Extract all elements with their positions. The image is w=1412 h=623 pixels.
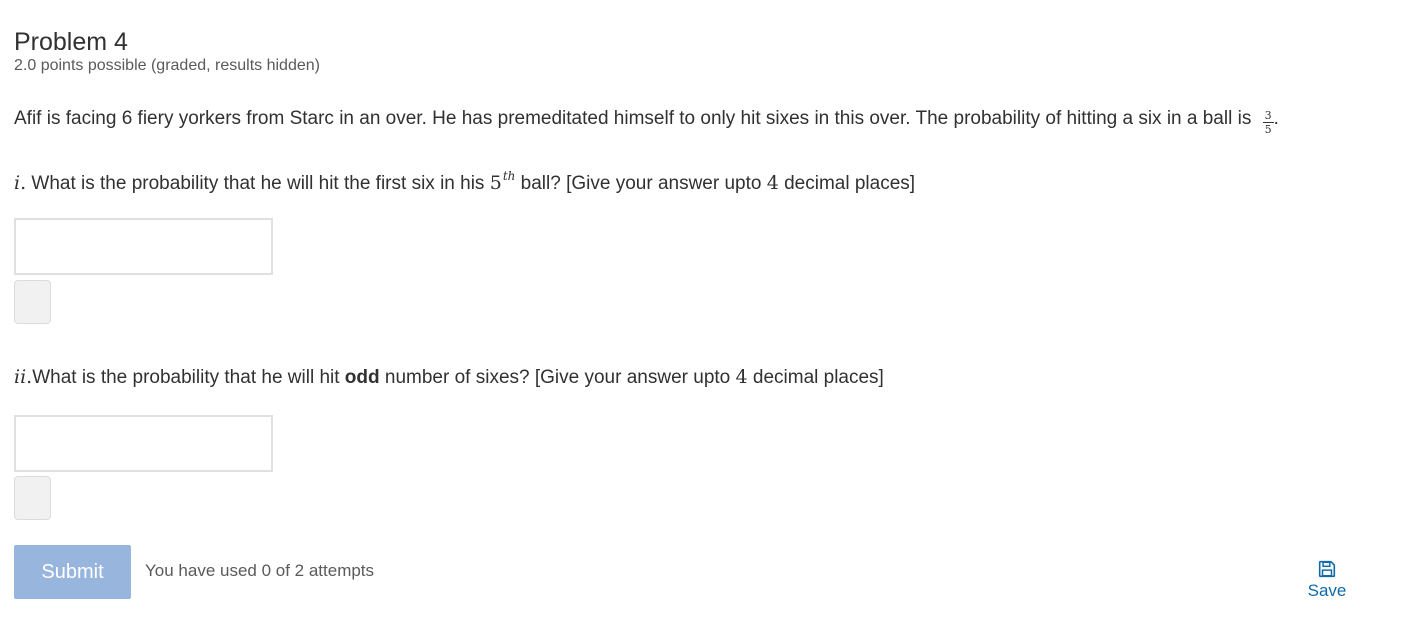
attempts-counter: You have used 0 of 2 attempts [145, 561, 375, 580]
question-1-answer-input[interactable] [14, 218, 273, 275]
fraction-denominator: 5 [1264, 123, 1272, 136]
floppy-disk-icon [1318, 560, 1336, 578]
problem-statement: Afif is facing 6 fiery yorkers from Star… [14, 108, 1279, 135]
points-info: 2.0 points possible (graded, results hid… [14, 57, 320, 74]
question-1-text-b: ball? [Give your answer upto [515, 173, 767, 194]
question-1-text: i. What is the probability that he will … [14, 169, 915, 195]
question-2-text-a: What is the probability that he will hit [32, 367, 345, 388]
question-2-answer-input[interactable] [14, 415, 273, 472]
question-2-text-c: decimal places] [747, 367, 884, 388]
question-2-bold-word: odd [344, 367, 380, 388]
problem-intro-end: . [1273, 108, 1279, 129]
question-1-status-indicator [14, 280, 51, 324]
question-1-ball-superscript: th [502, 169, 516, 183]
save-button[interactable]: Save [1298, 560, 1356, 610]
question-2-text-b: number of sixes? [Give your answer upto [379, 367, 736, 388]
question-2-label: ii [14, 366, 27, 388]
question-1-places-number: 4 [766, 172, 779, 194]
problem-intro-text: Afif is facing 6 fiery yorkers from Star… [14, 108, 1257, 129]
question-2-places-number: 4 [735, 366, 748, 388]
probability-fraction: 35 [1262, 109, 1274, 136]
question-1-ball-number: 5 [489, 172, 502, 194]
question-2-text: ii.What is the probability that he will … [14, 366, 884, 389]
submit-button[interactable]: Submit [14, 545, 131, 599]
problem-title: Problem 4 [14, 27, 128, 56]
fraction-numerator: 3 [1262, 109, 1274, 123]
question-1-text-c: decimal places] [778, 173, 916, 194]
question-2-status-indicator [14, 476, 51, 520]
save-label: Save [1307, 581, 1347, 600]
question-1-text-a: What is the probability that he will hit… [26, 173, 490, 194]
